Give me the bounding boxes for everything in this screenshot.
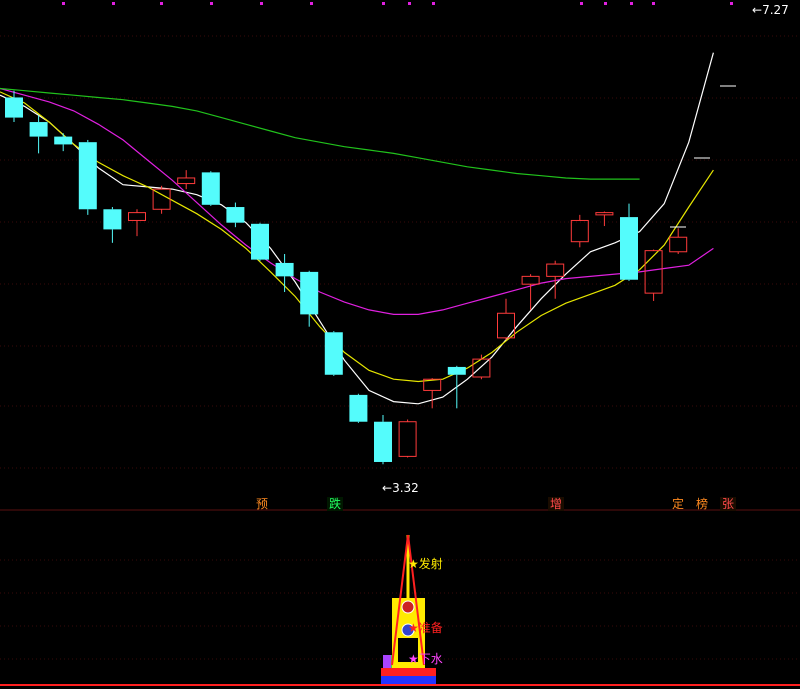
moving-average-1 (0, 91, 714, 383)
top-marker-5 (310, 2, 313, 5)
candle-body-bull (669, 236, 688, 253)
high-price-annotation: ←7.27 (752, 3, 789, 17)
candle-body-bear (620, 217, 638, 280)
top-marker-6 (382, 2, 385, 5)
candle-body-bull (128, 212, 146, 221)
signal-tag: 定 (672, 497, 685, 511)
top-marker-8 (432, 2, 435, 5)
candle (128, 209, 146, 237)
candle (177, 170, 196, 190)
candle (644, 249, 663, 301)
candle (103, 207, 122, 243)
candle-body-bull (595, 212, 614, 216)
candle (226, 202, 245, 228)
candle-body-bull (546, 263, 565, 277)
signal-ready-label: ★准备 (408, 621, 443, 635)
candle-body-bear (447, 366, 466, 375)
high-arrow: ← (752, 3, 763, 17)
top-marker-9 (580, 2, 583, 5)
top-marker-2 (160, 2, 163, 5)
candle-body-bear (324, 332, 343, 375)
candle (251, 222, 269, 261)
candle (300, 270, 319, 327)
high-price-label: 7.27 (762, 3, 789, 17)
top-marker-13 (730, 2, 733, 5)
candle-body-bull (521, 275, 540, 285)
top-marker-10 (604, 2, 607, 5)
candle-body-bear (5, 97, 23, 118)
candle (398, 419, 417, 458)
candle-body-bull (152, 188, 171, 210)
candle-body-bear (54, 136, 73, 145)
candle (349, 393, 368, 423)
signal-tag: 跌 (327, 497, 344, 511)
signal-indicator (0, 534, 800, 686)
signal-water-label: ★下水 (408, 652, 443, 666)
candle (54, 133, 73, 152)
stock-chart (0, 2, 800, 686)
candlestick-series (5, 85, 736, 465)
candle (201, 171, 220, 206)
candle (570, 214, 589, 248)
candle (152, 185, 171, 214)
candle-body-bull (644, 250, 663, 294)
candle (497, 298, 515, 341)
low-price-label: 3.32 (392, 481, 419, 495)
candle-body-bear (300, 271, 319, 315)
top-marker-3 (210, 2, 213, 5)
candle (29, 115, 48, 154)
candle (595, 211, 614, 227)
top-marker-7 (408, 2, 411, 5)
low-arrow: ← (382, 481, 393, 495)
signal-tag: 预 (256, 497, 269, 511)
candle-body-bull (177, 177, 196, 185)
candle (620, 203, 638, 281)
signal-tag: 张 (720, 497, 737, 511)
candle-body-bear (226, 207, 245, 223)
moving-average-2 (0, 87, 714, 315)
candle-body-bear (78, 142, 97, 210)
signal-tag: 榜 (696, 497, 709, 511)
candle-body-bear (374, 421, 392, 462)
top-marker-4 (260, 2, 263, 5)
candle-body-bear (201, 172, 220, 205)
top-marker-1 (112, 2, 115, 5)
candle-body-bear (29, 122, 48, 137)
candle (447, 365, 466, 409)
signal-base-red (381, 668, 436, 676)
candle-body-bull (570, 219, 589, 243)
candle-body-bull (398, 421, 417, 457)
candle (78, 139, 97, 215)
top-marker-12 (652, 2, 655, 5)
candle-body-bear (103, 209, 122, 230)
top-marker-0 (62, 2, 65, 5)
chart-grid (0, 2, 800, 660)
signal-bar-violet (383, 655, 391, 668)
signal-tag: 增 (548, 497, 565, 511)
top-marker-11 (630, 2, 633, 5)
signal-launch-label: ★发射 (408, 557, 443, 571)
signal-base-blue (381, 676, 436, 684)
candle (324, 331, 343, 376)
candle (374, 415, 392, 465)
candle-body-bear (275, 262, 294, 277)
low-price-annotation: ←3.32 (382, 481, 419, 495)
candle-body-bear (251, 223, 269, 260)
candle (423, 378, 442, 409)
signal-badge-top (401, 600, 415, 614)
candle-body-bull (497, 312, 515, 339)
candle-body-bear (349, 394, 368, 422)
